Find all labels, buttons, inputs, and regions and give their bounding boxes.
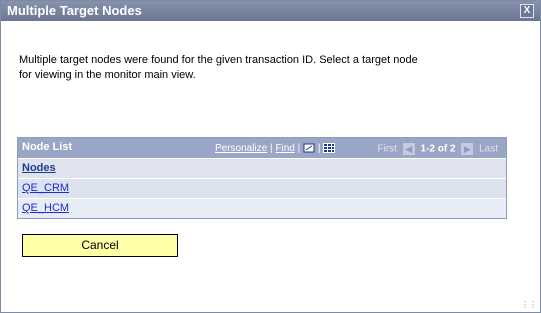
grid-tools: Personalize | Find | |	[215, 143, 336, 154]
column-header-nodes[interactable]: Nodes	[18, 158, 506, 178]
table-row: QE_HCM	[18, 198, 506, 218]
last-label: Last	[479, 143, 498, 155]
grid-navigation: First ◀ 1-2 of 2 ▶ Last	[377, 143, 498, 155]
view-all-icon[interactable]	[303, 143, 315, 153]
next-arrow-icon: ▶	[461, 143, 474, 155]
find-link[interactable]: Find	[275, 143, 294, 154]
separator: |	[270, 143, 273, 154]
node-list-grid: Node List Personalize | Find | | First ◀…	[17, 137, 507, 219]
separator: |	[317, 143, 321, 154]
dialog-title: Multiple Target Nodes	[7, 3, 142, 18]
download-icon[interactable]	[323, 143, 336, 154]
node-link[interactable]: QE_HCM	[22, 202, 69, 214]
cancel-button[interactable]: Cancel	[22, 234, 178, 257]
personalize-link[interactable]: Personalize	[215, 143, 267, 154]
grid-title: Node List	[22, 141, 73, 153]
row-range: 1-2 of 2	[420, 143, 456, 155]
previous-arrow-icon: ◀	[402, 143, 415, 155]
grid-header: Node List Personalize | Find | | First ◀…	[18, 138, 506, 158]
first-label: First	[377, 143, 397, 155]
close-icon[interactable]: X	[520, 4, 534, 18]
node-link[interactable]: QE_CRM	[22, 182, 69, 194]
column-header-label[interactable]: Nodes	[22, 162, 56, 174]
table-row: QE_CRM	[18, 178, 506, 198]
dialog-window: Multiple Target Nodes X Multiple target …	[0, 0, 541, 313]
separator: |	[297, 143, 301, 154]
dialog-message: Multiple target nodes were found for the…	[19, 54, 418, 81]
resize-grip-icon[interactable]: ⋮⋮	[521, 300, 537, 309]
dialog-titlebar: Multiple Target Nodes X	[1, 1, 540, 21]
